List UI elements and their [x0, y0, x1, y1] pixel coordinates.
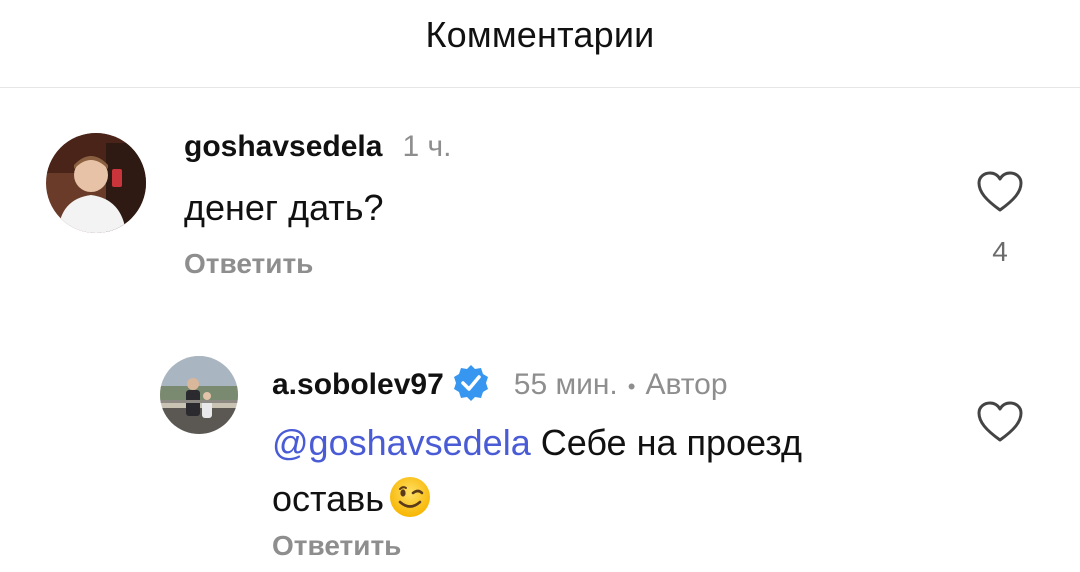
separator-dot: •	[627, 374, 636, 399]
comment-meta: a.sobolev97 55 мин. • Автор	[272, 356, 728, 402]
mention-link[interactable]: @goshavsedela	[272, 422, 531, 463]
user-avatar-icon	[46, 133, 146, 233]
heart-icon	[977, 401, 1023, 442]
comment-meta: goshavsedela 1 ч.	[184, 130, 451, 164]
heart-icon	[977, 171, 1023, 212]
avatar[interactable]	[46, 133, 146, 233]
like-button[interactable]: 4	[975, 170, 1025, 268]
author-label: Автор	[645, 368, 728, 401]
winking-face-icon	[388, 475, 432, 519]
verified-badge-icon	[452, 364, 490, 402]
comment-body: денег дать?	[184, 187, 384, 228]
reply-button[interactable]: Ответить	[272, 530, 401, 562]
comment-text: денег дать?	[184, 185, 924, 232]
comment-item: a.sobolev97 55 мин. • Автор @goshavsedel…	[0, 300, 1080, 572]
comment-item: goshavsedela 1 ч. денег дать? Ответить 4	[0, 0, 1080, 300]
comment-text: @goshavsedela Себе на проезд оставь	[272, 420, 892, 523]
username[interactable]: goshavsedela	[184, 130, 382, 164]
like-button[interactable]	[975, 400, 1025, 444]
username[interactable]: a.sobolev97	[272, 368, 444, 402]
avatar[interactable]	[160, 356, 238, 434]
like-count: 4	[992, 236, 1008, 267]
user-avatar-icon	[160, 356, 238, 434]
reply-button[interactable]: Ответить	[184, 248, 313, 280]
timestamp: 55 мин.	[513, 368, 618, 401]
timestamp: 1 ч.	[402, 130, 452, 163]
